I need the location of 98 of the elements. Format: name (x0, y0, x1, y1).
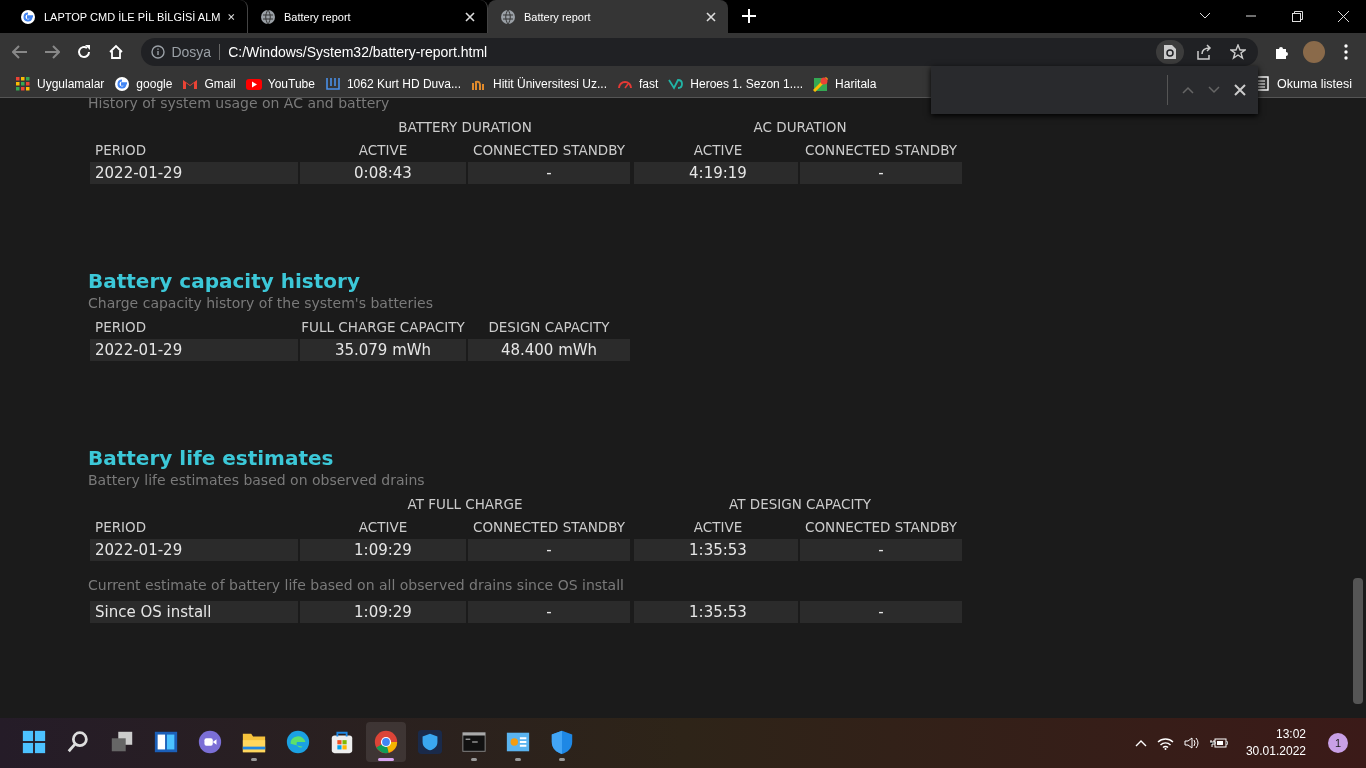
terminal-icon (461, 729, 487, 755)
battery-charging-icon[interactable] (1209, 737, 1228, 749)
section-title: Battery life estimates (88, 445, 335, 471)
wifi-icon[interactable] (1156, 736, 1174, 750)
defender-icon (549, 729, 575, 755)
speaker-icon[interactable] (1183, 736, 1200, 750)
column-header: ACTIVE (692, 518, 744, 537)
close-icon[interactable] (1337, 10, 1349, 22)
widgets-icon (153, 729, 179, 755)
search-icon (65, 729, 91, 755)
reload-icon[interactable] (75, 43, 92, 60)
table-cell: - (468, 539, 630, 561)
table-cell: 0:08:43 (300, 162, 466, 184)
home-icon[interactable] (107, 43, 124, 60)
running-indicator (471, 758, 477, 761)
running-indicator (378, 758, 394, 761)
column-group-header: BATTERY DURATION (397, 118, 533, 137)
restore-icon[interactable] (1291, 10, 1303, 22)
column-group-header: AC DURATION (752, 118, 848, 137)
shield-icon (417, 729, 443, 755)
table-cell: 48.400 mWh (468, 339, 630, 361)
running-indicator (515, 758, 521, 761)
star-icon[interactable] (1230, 43, 1247, 60)
close-icon[interactable] (465, 11, 475, 22)
store-icon (329, 729, 355, 755)
chat-icon (197, 729, 223, 755)
close-icon[interactable] (1234, 84, 1246, 96)
section-subtitle: History of system usage on AC and battery (88, 98, 391, 112)
section-title: Battery capacity history (88, 268, 361, 294)
column-header: ACTIVE (692, 141, 744, 160)
url-text: C:/Windows/System32/battery-report.html (228, 43, 489, 60)
clock-date[interactable]: 30.01.2022 (1245, 743, 1306, 760)
start-icon (21, 729, 47, 755)
column-group-header: AT DESIGN CAPACITY (728, 495, 872, 514)
globe-icon (500, 8, 516, 25)
chrome-icon (373, 729, 399, 755)
table-cell: 2022-01-29 (90, 162, 298, 184)
bookmark[interactable]: google (109, 75, 178, 92)
column-header: PERIOD (94, 141, 148, 160)
close-icon[interactable] (228, 11, 235, 22)
bookmark-icon (813, 75, 830, 92)
bookmark-icon (114, 75, 131, 92)
column-header: DESIGN CAPACITY (487, 318, 611, 337)
site-info-label: Dosya (171, 43, 221, 60)
table-cell: - (800, 601, 962, 623)
table-cell: - (468, 601, 630, 623)
bookmark[interactable]: Heroes 1. Sezon 1.... (663, 75, 809, 92)
table-cell: 2022-01-29 (90, 539, 298, 561)
column-group-header: AT FULL CHARGE (406, 495, 524, 514)
column-header: ACTIVE (357, 141, 409, 160)
edge-icon (285, 729, 311, 755)
bookmark[interactable]: Haritala (808, 75, 882, 92)
bookmark[interactable]: Gmail (177, 75, 241, 92)
column-header: CONNECTED STANDBY (472, 141, 626, 160)
running-indicator (559, 758, 565, 761)
notification-count[interactable]: 1 (1328, 733, 1348, 753)
table-cell: 2022-01-29 (90, 339, 298, 361)
column-header: ACTIVE (357, 518, 409, 537)
forward-icon[interactable] (43, 44, 60, 59)
menu-icon[interactable] (1344, 43, 1349, 60)
share-icon[interactable] (1196, 43, 1213, 60)
info-icon[interactable] (151, 44, 166, 59)
section-subtitle: Charge capacity history of the system's batteries (88, 294, 435, 312)
bookmark-icon (15, 75, 31, 92)
column-header: CONNECTED STANDBY (804, 518, 958, 537)
table-cell: 1:09:29 (300, 539, 466, 561)
note-text: Current estimate of battery life based on all observed drains since OS install (88, 577, 625, 593)
bookmark-icon (324, 75, 341, 92)
browser-tab[interactable]: Battery report (488, 0, 728, 33)
google-icon (20, 8, 36, 25)
column-header: FULL CHARGE CAPACITY (300, 318, 466, 337)
section-subtitle: Battery life estimates based on observed drains (88, 471, 426, 489)
column-header: PERIOD (94, 518, 148, 537)
page-search-icon[interactable] (1163, 43, 1178, 60)
taskbar-app[interactable] (366, 722, 406, 762)
table-cell: - (800, 539, 962, 561)
column-header: CONNECTED STANDBY (472, 518, 626, 537)
bookmark[interactable]: YouTube (240, 75, 320, 92)
clock-time[interactable]: 13:02 (1245, 726, 1306, 743)
table-cell: - (468, 162, 630, 184)
bookmark[interactable]: 1062 Kurt HD Duva... (319, 75, 466, 92)
close-icon[interactable] (706, 11, 716, 22)
back-icon[interactable] (11, 44, 28, 59)
table-cell: Since OS install (90, 601, 298, 623)
bookmark[interactable]: Hitit Üniversitesi Uz... (465, 75, 612, 92)
scroll-thumb[interactable] (1353, 578, 1363, 704)
bookmark[interactable]: fast (612, 75, 664, 92)
globe-icon (260, 8, 276, 25)
address-bar[interactable]: Dosya C:/Windows/System32/battery-report.html (141, 37, 1259, 66)
avatar[interactable] (1303, 40, 1326, 63)
running-indicator (251, 758, 257, 761)
bookmark[interactable]: Uygulamalar (10, 75, 110, 92)
column-header: CONNECTED STANDBY (804, 141, 958, 160)
new-tab-icon[interactable] (742, 9, 756, 23)
table-cell: 1:09:29 (300, 601, 466, 623)
table-cell: 35.079 mWh (300, 339, 466, 361)
table-cell: - (800, 162, 962, 184)
column-header: PERIOD (94, 318, 148, 337)
